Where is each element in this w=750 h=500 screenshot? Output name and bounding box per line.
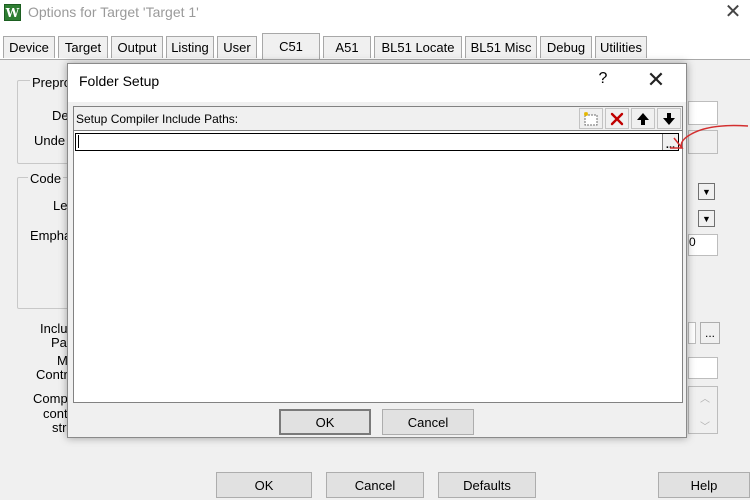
option-value-text: 0 — [689, 235, 696, 249]
emphasis-label: Empha — [30, 228, 72, 243]
tab-user[interactable]: User — [217, 36, 257, 58]
tab-device[interactable]: Device — [3, 36, 55, 58]
misc-controls-label-2: Contr — [36, 367, 68, 382]
new-folder-icon — [584, 111, 598, 125]
level-label: Le — [53, 198, 68, 213]
tab-bl51-misc[interactable]: BL51 Misc — [465, 36, 537, 58]
tab-c51[interactable]: C51 — [262, 33, 320, 59]
include-paths-list-label: Setup Compiler Include Paths: — [76, 112, 239, 126]
emphasis-dropdown-chevron-down-icon[interactable]: ▼ — [698, 210, 715, 227]
include-paths-label-1: Inclu — [40, 321, 68, 336]
main-cancel-button[interactable]: Cancel — [326, 472, 424, 498]
folder-setup-title-bar: Folder Setup ? ✕ — [68, 64, 686, 102]
scroll-up-chevron-icon: ︿ — [700, 394, 710, 405]
compiler-control-label-2: cont — [43, 406, 68, 421]
folder-setup-ok-button[interactable]: OK — [279, 409, 371, 435]
include-path-edit-row: ... — [75, 133, 679, 151]
folder-setup-dialog: Folder Setup ? ✕ Setup Compiler Include … — [67, 63, 687, 438]
help-icon[interactable]: ? — [593, 70, 613, 88]
folder-setup-title: Folder Setup — [79, 73, 160, 89]
main-close-icon[interactable]: ✕ — [718, 0, 748, 24]
include-path-input[interactable] — [76, 134, 661, 150]
undefine-label: Unde — [34, 133, 66, 148]
tab-debug[interactable]: Debug — [540, 36, 592, 58]
include-paths-list-header: Setup Compiler Include Paths: — [74, 107, 682, 131]
compiler-control-label-1: Comp — [33, 391, 68, 406]
option-value-field[interactable]: 0 — [688, 234, 718, 256]
main-title-bar: W Options for Target 'Target 1' ✕ — [0, 0, 750, 26]
arrow-up-icon — [637, 112, 649, 125]
main-help-button[interactable]: Help — [658, 472, 750, 498]
include-paths-field[interactable] — [688, 322, 696, 344]
code-optimization-group-label: Code — [28, 171, 64, 186]
text-caret — [78, 135, 79, 148]
folder-setup-cancel-button[interactable]: Cancel — [382, 409, 474, 435]
move-up-button[interactable] — [631, 108, 655, 129]
new-item-button[interactable] — [579, 108, 603, 129]
tab-a51[interactable]: A51 — [323, 36, 371, 58]
include-paths-browse-button[interactable]: ... — [700, 322, 720, 344]
scroll-down-chevron-icon: ﹀ — [700, 422, 710, 433]
delete-x-icon — [610, 112, 624, 125]
misc-controls-field[interactable] — [688, 357, 718, 379]
dialog-close-icon[interactable]: ✕ — [641, 67, 671, 93]
main-ok-button[interactable]: OK — [216, 472, 312, 498]
main-defaults-button[interactable]: Defaults — [438, 472, 536, 498]
delete-item-button[interactable] — [605, 108, 629, 129]
options-tab-strip: Device Target Output Listing User C51 A5… — [0, 33, 750, 60]
annotation-arrow-icon — [670, 124, 749, 149]
tab-listing[interactable]: Listing — [166, 36, 214, 58]
include-paths-list: Setup Compiler Include Paths: ... — [73, 106, 683, 403]
app-icon: W — [4, 4, 21, 21]
tab-bl51-locate[interactable]: BL51 Locate — [374, 36, 462, 58]
level-dropdown-chevron-down-icon[interactable]: ▼ — [698, 183, 715, 200]
main-window-title: Options for Target 'Target 1' — [28, 4, 199, 20]
tab-output[interactable]: Output — [111, 36, 163, 58]
tab-utilities[interactable]: Utilities — [595, 36, 647, 58]
tab-target[interactable]: Target — [58, 36, 108, 58]
